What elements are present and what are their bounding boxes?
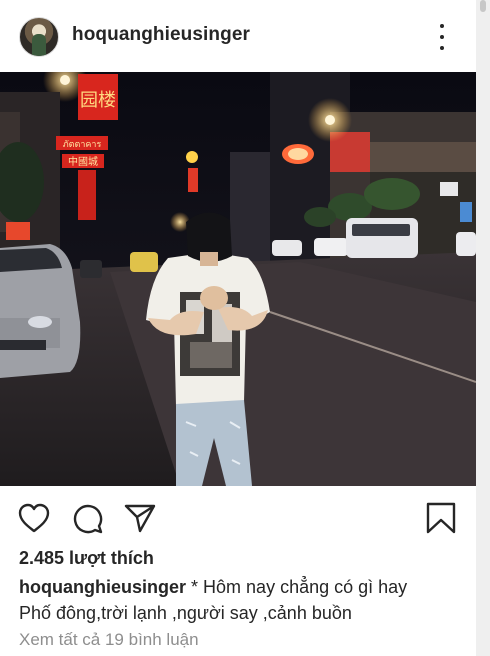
avatar[interactable] [19, 17, 59, 57]
caption-username[interactable]: hoquanghieusinger [19, 577, 186, 597]
sign-china-town: 中國城 [68, 155, 98, 168]
comment-icon[interactable] [71, 502, 105, 534]
caption-line-1: hoquanghieusinger * Hôm nay chẳng có gì … [19, 574, 469, 600]
instagram-post: hoquanghieusinger 园楼 ภัตตาคาร 中國城 2.485 … [0, 0, 476, 656]
action-bar [0, 496, 476, 540]
sign-top-hanzi: 园楼 [80, 90, 116, 111]
post-header: hoquanghieusinger [0, 0, 476, 72]
more-vertical-icon[interactable] [430, 24, 454, 50]
likes-count[interactable]: 2.485 lượt thích [19, 548, 154, 569]
view-all-comments-link[interactable]: Xem tất cả 19 bình luận [19, 630, 199, 650]
avatar-figure [32, 34, 46, 56]
caption-text-1: * Hôm nay chẳng có gì hay [191, 577, 408, 597]
scrollbar-track[interactable] [476, 0, 490, 656]
sign-restaurant-thai: ภัตตาคาร [63, 140, 102, 150]
post-photo[interactable]: 园楼 ภัตตาคาร 中國城 [0, 72, 476, 486]
username[interactable]: hoquanghieusinger [72, 24, 250, 46]
bookmark-icon[interactable] [424, 502, 458, 534]
street-night-image: 园楼 ภัตตาคาร 中國城 [0, 72, 476, 486]
share-icon[interactable] [123, 502, 157, 534]
scrollbar-thumb[interactable] [480, 0, 486, 12]
heart-icon[interactable] [17, 502, 51, 534]
caption-line-2: Phố đông,trời lạnh ,người say ,cảnh buồn [19, 603, 352, 623]
caption: hoquanghieusinger * Hôm nay chẳng có gì … [19, 574, 469, 626]
